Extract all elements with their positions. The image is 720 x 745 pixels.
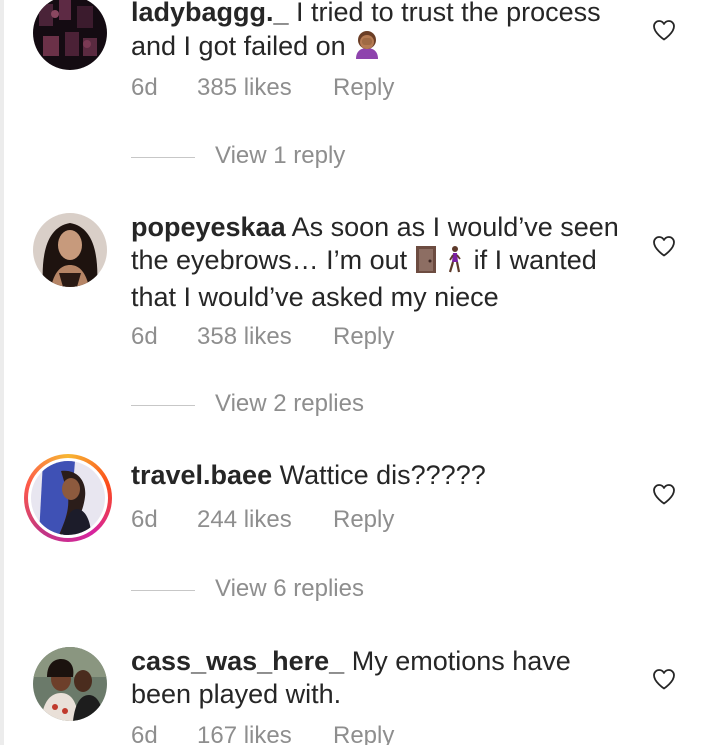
reply-button[interactable]: Reply — [333, 506, 394, 534]
comment-text: travel.baee Wattice dis????? — [131, 459, 631, 492]
comment-username[interactable]: ladybaggg._ — [131, 0, 289, 27]
replies-divider-line — [131, 590, 195, 591]
face-palm-emoji — [353, 29, 381, 67]
heart-outline-icon[interactable] — [652, 235, 676, 257]
comment-text: ladybaggg._ I tried to trust the process… — [131, 0, 631, 67]
woman-walking-emoji — [444, 245, 466, 281]
story-ring[interactable] — [24, 454, 112, 542]
comment-username[interactable]: popeyeskaa — [131, 212, 286, 242]
avatar[interactable] — [33, 213, 107, 287]
door-emoji — [415, 245, 437, 281]
reply-button[interactable]: Reply — [333, 74, 394, 102]
comment-likes[interactable]: 167 likes — [197, 722, 333, 745]
view-replies-label: View 1 reply — [215, 142, 346, 169]
comment-body: Wattice dis????? — [279, 460, 486, 490]
comment-text: popeyeskaa As soon as I would’ve seen th… — [131, 211, 631, 314]
avatar — [31, 461, 105, 535]
replies-divider-line — [131, 405, 195, 406]
comment-meta: 6d 358 likes Reply — [131, 323, 394, 351]
reply-button[interactable]: Reply — [333, 722, 394, 745]
comment-meta: 6d 385 likes Reply — [131, 74, 394, 102]
comment-likes[interactable]: 244 likes — [197, 506, 333, 534]
comment-time: 6d — [131, 323, 158, 350]
replies-divider-line — [131, 157, 195, 158]
comment-likes[interactable]: 385 likes — [197, 74, 333, 102]
view-replies-label: View 6 replies — [215, 575, 364, 602]
comment-time: 6d — [131, 506, 158, 533]
comment-meta: 6d 244 likes Reply — [131, 506, 394, 534]
comment-username[interactable]: travel.baee — [131, 460, 272, 490]
reply-button[interactable]: Reply — [333, 323, 394, 351]
comment-text: cass_was_here_ My emotions have been pla… — [131, 645, 591, 711]
heart-outline-icon[interactable] — [652, 19, 676, 41]
comment-likes[interactable]: 358 likes — [197, 323, 333, 351]
comment-time: 6d — [131, 74, 158, 101]
view-replies-label: View 2 replies — [215, 390, 364, 417]
avatar[interactable] — [33, 647, 107, 721]
comment-username[interactable]: cass_was_here_ — [131, 646, 344, 676]
left-edge-divider — [0, 0, 4, 745]
comment-meta: 6d 167 likes Reply — [131, 722, 394, 745]
heart-outline-icon[interactable] — [652, 668, 676, 690]
heart-outline-icon[interactable] — [652, 483, 676, 505]
comment-time: 6d — [131, 722, 158, 745]
avatar[interactable] — [33, 0, 107, 70]
